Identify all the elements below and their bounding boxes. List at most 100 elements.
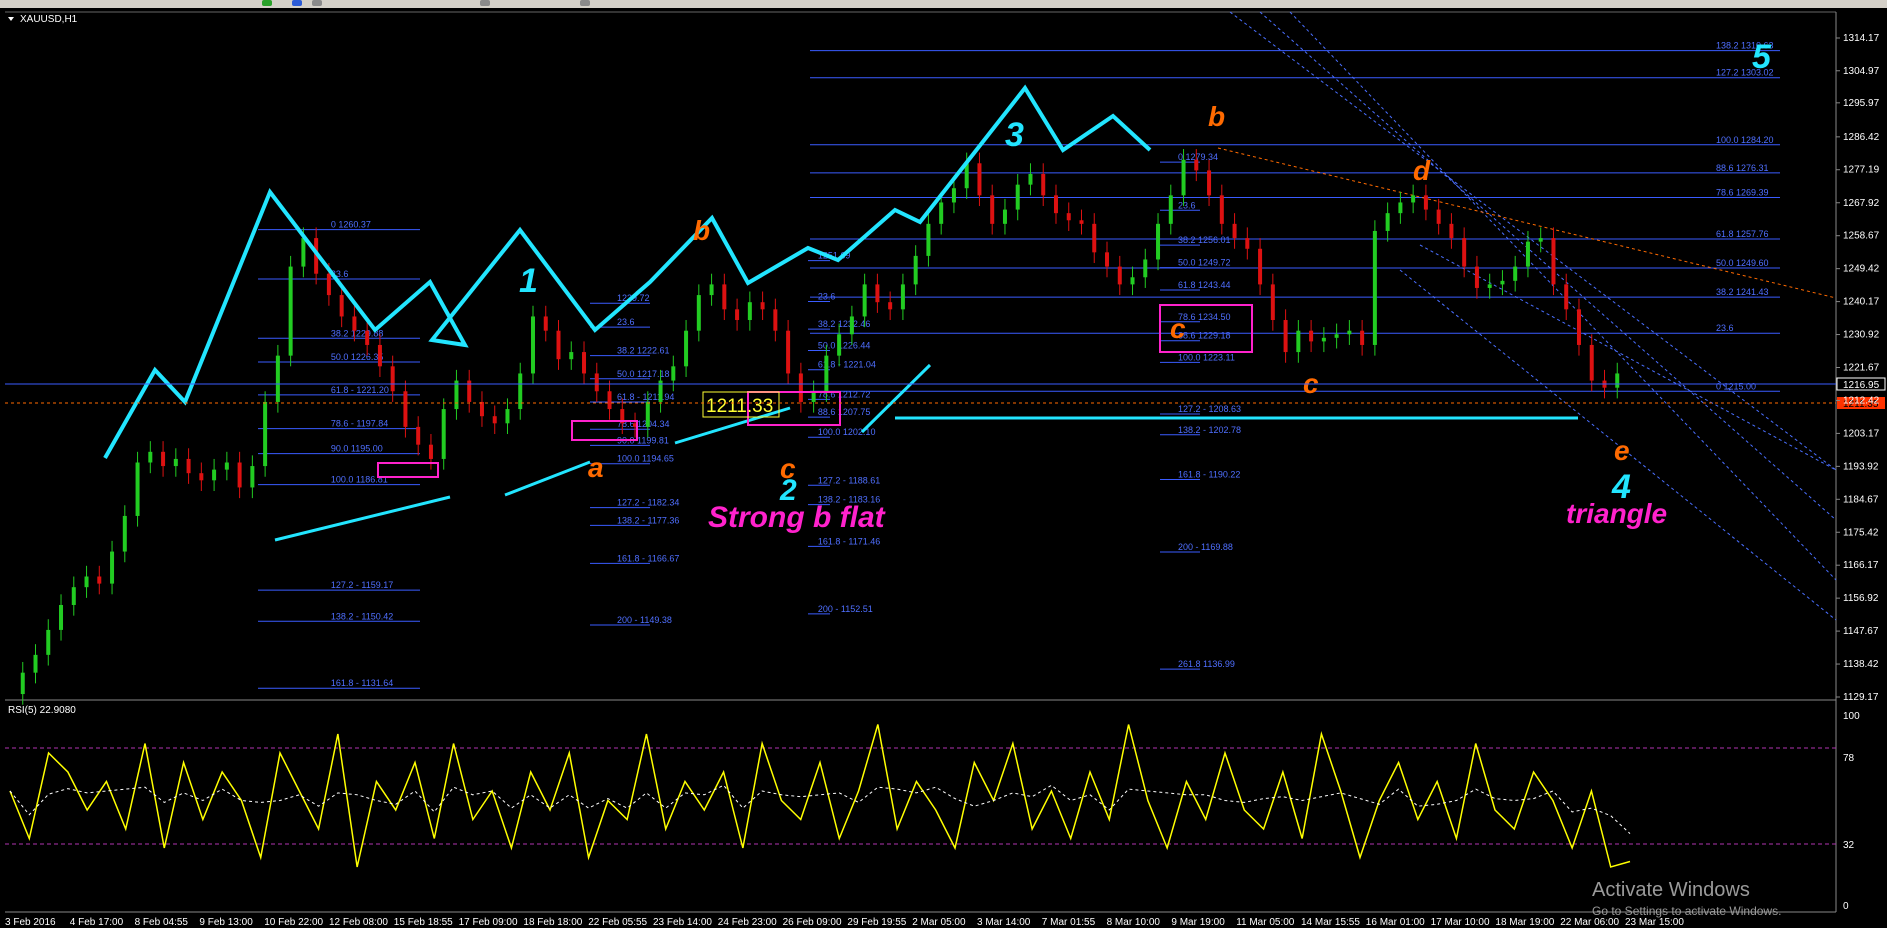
candle-body: [479, 401, 484, 417]
candle-body: [110, 551, 115, 584]
candle-body: [199, 473, 204, 481]
candle-body: [1117, 266, 1122, 285]
candle-body: [1168, 195, 1173, 224]
candle-body: [1551, 238, 1556, 285]
candle-body: [773, 309, 778, 331]
price-tick-label: 1304.97: [1843, 66, 1880, 77]
candle-body: [1474, 266, 1479, 288]
candle-body: [173, 458, 178, 467]
fib-level-label: 100.0 1223.11: [1178, 352, 1235, 362]
candle-body: [377, 344, 382, 367]
candle-body: [1615, 373, 1620, 388]
time-tick-label: 18 Mar 19:00: [1495, 917, 1554, 928]
candle-body: [722, 284, 727, 310]
candle-body: [1258, 248, 1263, 285]
price-tick-label: 1138.42: [1843, 659, 1879, 670]
candle-body: [671, 366, 676, 381]
time-tick-label: 3 Feb 2016: [5, 917, 56, 928]
price-tick-label: 1193.92: [1843, 461, 1879, 472]
rsi-tick-label: 0: [1843, 901, 1849, 912]
candle-body: [862, 284, 867, 317]
candle-body: [263, 401, 268, 467]
time-tick-label: 12 Feb 08:00: [329, 917, 388, 928]
candle-body: [1143, 259, 1148, 278]
fib-level-label: 23.6: [818, 291, 836, 301]
candle-body: [1309, 330, 1314, 342]
wave-label: b: [693, 215, 710, 246]
time-tick-label: 26 Feb 09:00: [783, 917, 842, 928]
time-tick-label: 2 Mar 05:00: [912, 917, 966, 928]
candle-body: [403, 391, 408, 427]
time-tick-label: 18 Feb 18:00: [523, 917, 582, 928]
candle-body: [84, 576, 89, 588]
fib-level-label: 50.0 1217.18: [617, 369, 670, 379]
time-tick-label: 8 Mar 10:00: [1107, 917, 1161, 928]
price-tick-label: 1156.92: [1843, 593, 1879, 604]
candle-body: [1576, 309, 1581, 345]
candle-body: [326, 273, 331, 296]
time-tick-label: 24 Feb 23:00: [718, 917, 777, 928]
candle-body: [505, 409, 510, 424]
candle-body: [390, 366, 395, 392]
candle-body: [1015, 184, 1020, 210]
candle-body: [1564, 284, 1569, 310]
candle-body: [1028, 173, 1033, 185]
price-tick-label: 1295.97: [1843, 98, 1880, 109]
time-tick-label: 17 Mar 10:00: [1431, 917, 1490, 928]
candle-body: [582, 352, 587, 374]
candle-body: [275, 355, 280, 402]
fib-level-label: 138.2 - 1177.36: [617, 515, 679, 525]
candle-body: [913, 255, 918, 285]
candle-body: [237, 462, 242, 488]
time-tick-label: 7 Mar 01:55: [1042, 917, 1096, 928]
wave-label: 5: [1752, 38, 1772, 76]
fib-level-label: 88.6 1276.31: [1716, 163, 1769, 173]
fib-level-label: 100.0 1194.65: [617, 454, 674, 464]
candle-body: [365, 330, 370, 345]
wave-label: e: [1614, 435, 1630, 466]
fib-level-label: 161.8 - 1131.64: [331, 678, 393, 688]
candle-body: [33, 654, 38, 673]
time-tick-label: 16 Mar 01:00: [1366, 917, 1425, 928]
candle-body: [1194, 159, 1199, 171]
time-tick-label: 9 Feb 13:00: [199, 917, 253, 928]
candle-body: [97, 576, 102, 584]
candle-body: [569, 352, 574, 360]
time-tick-label: 15 Feb 18:55: [394, 917, 453, 928]
price-tick-label: 1258.67: [1843, 231, 1880, 242]
time-tick-label: 14 Mar 15:55: [1301, 917, 1360, 928]
wave-label: 3: [1005, 116, 1024, 154]
candle-body: [1423, 195, 1428, 210]
candle-body: [1487, 284, 1492, 288]
candle-body: [1589, 344, 1594, 381]
price-tick-label: 1314.17: [1843, 33, 1880, 44]
fib-level-label: 61.8 1257.76: [1716, 229, 1769, 239]
candle-body: [1347, 330, 1352, 335]
candle-body: [416, 426, 421, 445]
candle-body: [186, 458, 191, 474]
time-tick-label: 29 Feb 19:55: [847, 917, 906, 928]
fib-level-label: 23.6: [1178, 200, 1196, 210]
price-tick-label: 1184.67: [1843, 494, 1879, 505]
price-tick-label: 1212.42: [1843, 395, 1880, 406]
price-tick-label: 1129.17: [1843, 692, 1879, 703]
candle-body: [1398, 202, 1403, 214]
candle-body: [46, 629, 51, 655]
candle-body: [71, 587, 76, 605]
chart-window[interactable]: 0 1260.3723.638.2 1229.8850.0 1226.3561.…: [0, 0, 1887, 928]
candle-body: [735, 309, 740, 321]
chart-background: [0, 8, 1887, 928]
fib-level-label: 200 - 1169.88: [1178, 542, 1233, 552]
price-tick-label: 1230.92: [1843, 330, 1880, 341]
candle-body: [1130, 277, 1135, 285]
price-tick-label: 1203.17: [1843, 428, 1880, 439]
candle-body: [530, 316, 535, 374]
rsi-tick-label: 32: [1843, 840, 1855, 851]
price-tick-label: 1249.42: [1843, 264, 1880, 275]
wave-label: 1: [519, 262, 538, 300]
candle-body: [939, 202, 944, 224]
rsi-tick-label: 78: [1843, 753, 1855, 764]
fib-level-label: 78.6 1234.50: [1178, 312, 1231, 322]
candle-body: [454, 380, 459, 410]
candle-body: [518, 373, 523, 410]
